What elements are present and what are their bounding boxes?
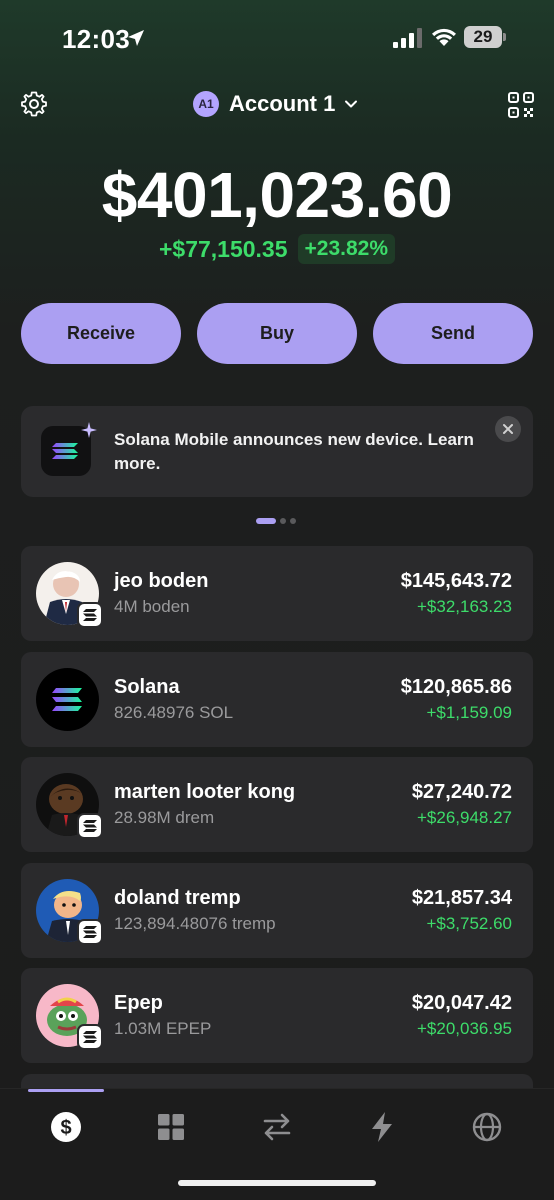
dollar-icon: $: [51, 1112, 81, 1142]
token-name: doland tremp: [114, 887, 241, 909]
nav-tab-activity[interactable]: [362, 1107, 402, 1147]
token-change: +$20,036.95: [416, 1019, 512, 1038]
nav-active-indicator: [28, 1089, 104, 1092]
account-selector[interactable]: A1 Account 1: [193, 89, 359, 119]
solana-chain-badge: [77, 813, 103, 839]
solana-badge-icon: [83, 820, 97, 832]
balance-change-amount: +$77,150.35: [158, 235, 288, 262]
solana-badge-icon: [83, 1031, 97, 1043]
solana-chain-badge: [77, 602, 103, 628]
balance-change: +$77,150.35 +23.82%: [0, 234, 554, 264]
total-balance: $401,023.60: [101, 159, 453, 231]
token-name: marten looter kong: [114, 781, 296, 803]
token-name: Epep: [114, 992, 163, 1014]
token-name: jeo boden: [114, 570, 209, 592]
solana-token-icon: [36, 668, 99, 731]
token-value: $21,857.34: [411, 887, 512, 909]
nav-tab-swap[interactable]: [257, 1107, 297, 1147]
token-change: +$32,163.23: [416, 597, 512, 616]
token-row-marten-looter-kong[interactable]: marten looter kong 28.98M drem $27,240.7…: [21, 757, 533, 852]
settings-gear-icon[interactable]: [20, 90, 48, 118]
send-button[interactable]: Send: [373, 303, 533, 364]
solana-badge-icon: [83, 609, 97, 621]
token-value: $145,643.72: [400, 570, 512, 592]
solana-chain-badge: [77, 919, 103, 945]
wifi-icon: [432, 28, 456, 46]
token-quantity: 123,894.48076 tremp: [114, 914, 276, 933]
account-avatar: A1: [193, 91, 219, 117]
token-change: +$3,752.60: [426, 914, 512, 933]
token-quantity: 28.98M drem: [114, 808, 215, 827]
solana-badge-icon: [83, 926, 97, 938]
token-value: $20,047.42: [411, 992, 512, 1014]
nav-tab-tokens[interactable]: $: [46, 1107, 86, 1147]
status-time: 12:03: [62, 24, 130, 54]
balance-change-percent: +23.82%: [297, 234, 396, 264]
carousel-pagination: [256, 518, 296, 524]
token-avatar: [36, 668, 99, 731]
status-bar: 12:03 29: [0, 0, 554, 76]
cellular-signal-icon: [393, 28, 422, 48]
receive-button[interactable]: Receive: [21, 303, 181, 364]
token-quantity: 826.48976 SOL: [114, 703, 234, 722]
svg-text:$: $: [60, 1117, 71, 1139]
solana-chain-badge: [77, 1024, 103, 1050]
battery-level: 29: [473, 27, 493, 46]
carousel-dot[interactable]: [256, 518, 276, 524]
qr-code-icon[interactable]: [508, 92, 534, 118]
token-name: Solana: [114, 676, 180, 698]
grid-icon: [158, 1114, 184, 1140]
battery-nub: [503, 33, 506, 41]
solana-mobile-logo: [41, 422, 97, 476]
nav-tab-collectibles[interactable]: [151, 1107, 191, 1147]
token-row-jeo-boden[interactable]: jeo boden 4M boden $145,643.72 +$32,163.…: [21, 546, 533, 641]
token-row-epep[interactable]: Epep 1.03M EPEP $20,047.42 +$20,036.95: [21, 968, 533, 1063]
home-indicator[interactable]: [178, 1180, 376, 1186]
carousel-dot[interactable]: [280, 518, 286, 524]
carousel-dot[interactable]: [290, 518, 296, 524]
promo-banner[interactable]: Solana Mobile announces new device. Lear…: [21, 406, 533, 497]
swap-icon: [263, 1113, 291, 1141]
token-value: $120,865.86: [400, 676, 512, 698]
close-banner-button[interactable]: [495, 416, 521, 442]
nav-tab-explore[interactable]: [467, 1107, 507, 1147]
token-row-solana[interactable]: Solana 826.48976 SOL $120,865.86 +$1,159…: [21, 652, 533, 747]
banner-text: Solana Mobile announces new device. Lear…: [114, 430, 474, 473]
sparkle-icon: [81, 422, 97, 438]
location-arrow-icon: [128, 30, 144, 46]
globe-icon: [472, 1112, 502, 1142]
token-value: $27,240.72: [411, 781, 512, 803]
token-change: +$1,159.09: [426, 703, 512, 722]
close-icon: [503, 424, 513, 434]
token-change: +$26,948.27: [416, 808, 512, 827]
account-name: Account 1: [229, 91, 336, 116]
token-quantity: 4M boden: [114, 597, 190, 616]
token-quantity: 1.03M EPEP: [114, 1019, 212, 1038]
lightning-icon: [372, 1112, 392, 1142]
battery-indicator: 29: [464, 26, 506, 48]
buy-button[interactable]: Buy: [197, 303, 357, 364]
token-row-doland-tremp[interactable]: doland tremp 123,894.48076 tremp $21,857…: [21, 863, 533, 958]
chevron-down-icon: [345, 100, 358, 108]
